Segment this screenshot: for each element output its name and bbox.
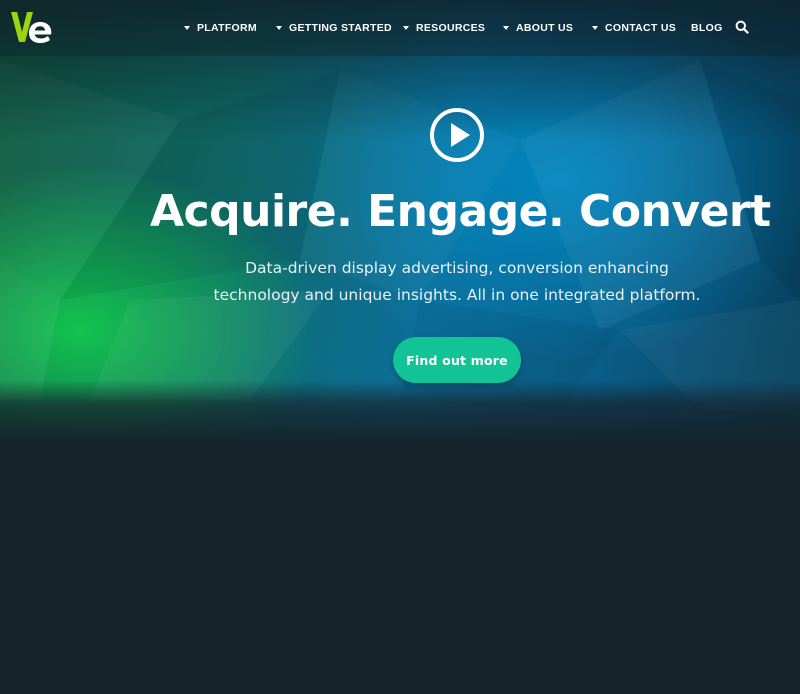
- main-nav: PLATFORM GETTING STARTED RESOURCES ABOUT…: [0, 0, 800, 56]
- hero-bottom-shade: [0, 380, 800, 440]
- site-header: Ve PLATFORM GETTING STARTED RESOURCES AB…: [0, 0, 800, 56]
- hero-subtitle-line: Data-driven display advertising, convers…: [245, 259, 669, 277]
- nav-item-label: GETTING STARTED: [289, 22, 392, 34]
- chevron-down-icon: [592, 26, 598, 30]
- search-icon[interactable]: [735, 20, 749, 34]
- page: Ve PLATFORM GETTING STARTED RESOURCES AB…: [0, 0, 800, 694]
- nav-item-getting-started[interactable]: GETTING STARTED: [276, 20, 392, 36]
- nav-item-contact-us[interactable]: CONTACT US: [592, 20, 676, 36]
- chevron-down-icon: [403, 26, 409, 30]
- play-icon[interactable]: [429, 107, 485, 163]
- hero-headline: Acquire. Engage. Convert: [150, 186, 771, 237]
- nav-item-resources[interactable]: RESOURCES: [403, 20, 485, 36]
- nav-item-label: CONTACT US: [605, 22, 677, 34]
- hero-subtitle: Data-driven display advertising, convers…: [200, 255, 714, 309]
- nav-item-about-us[interactable]: ABOUT US: [503, 20, 573, 36]
- chevron-down-icon: [503, 26, 509, 30]
- nav-item-blog[interactable]: BLOG: [691, 20, 723, 36]
- chevron-down-icon: [184, 26, 190, 30]
- nav-item-label: PLATFORM: [197, 22, 257, 34]
- nav-item-label: BLOG: [691, 22, 723, 34]
- content-section: [0, 440, 800, 694]
- nav-item-label: ABOUT US: [516, 22, 574, 34]
- find-out-more-button[interactable]: Find out more: [393, 337, 521, 383]
- nav-item-label: RESOURCES: [416, 22, 486, 34]
- nav-item-platform[interactable]: PLATFORM: [184, 20, 257, 36]
- chevron-down-icon: [276, 26, 282, 30]
- hero-subtitle-line: technology and unique insights. All in o…: [213, 286, 701, 304]
